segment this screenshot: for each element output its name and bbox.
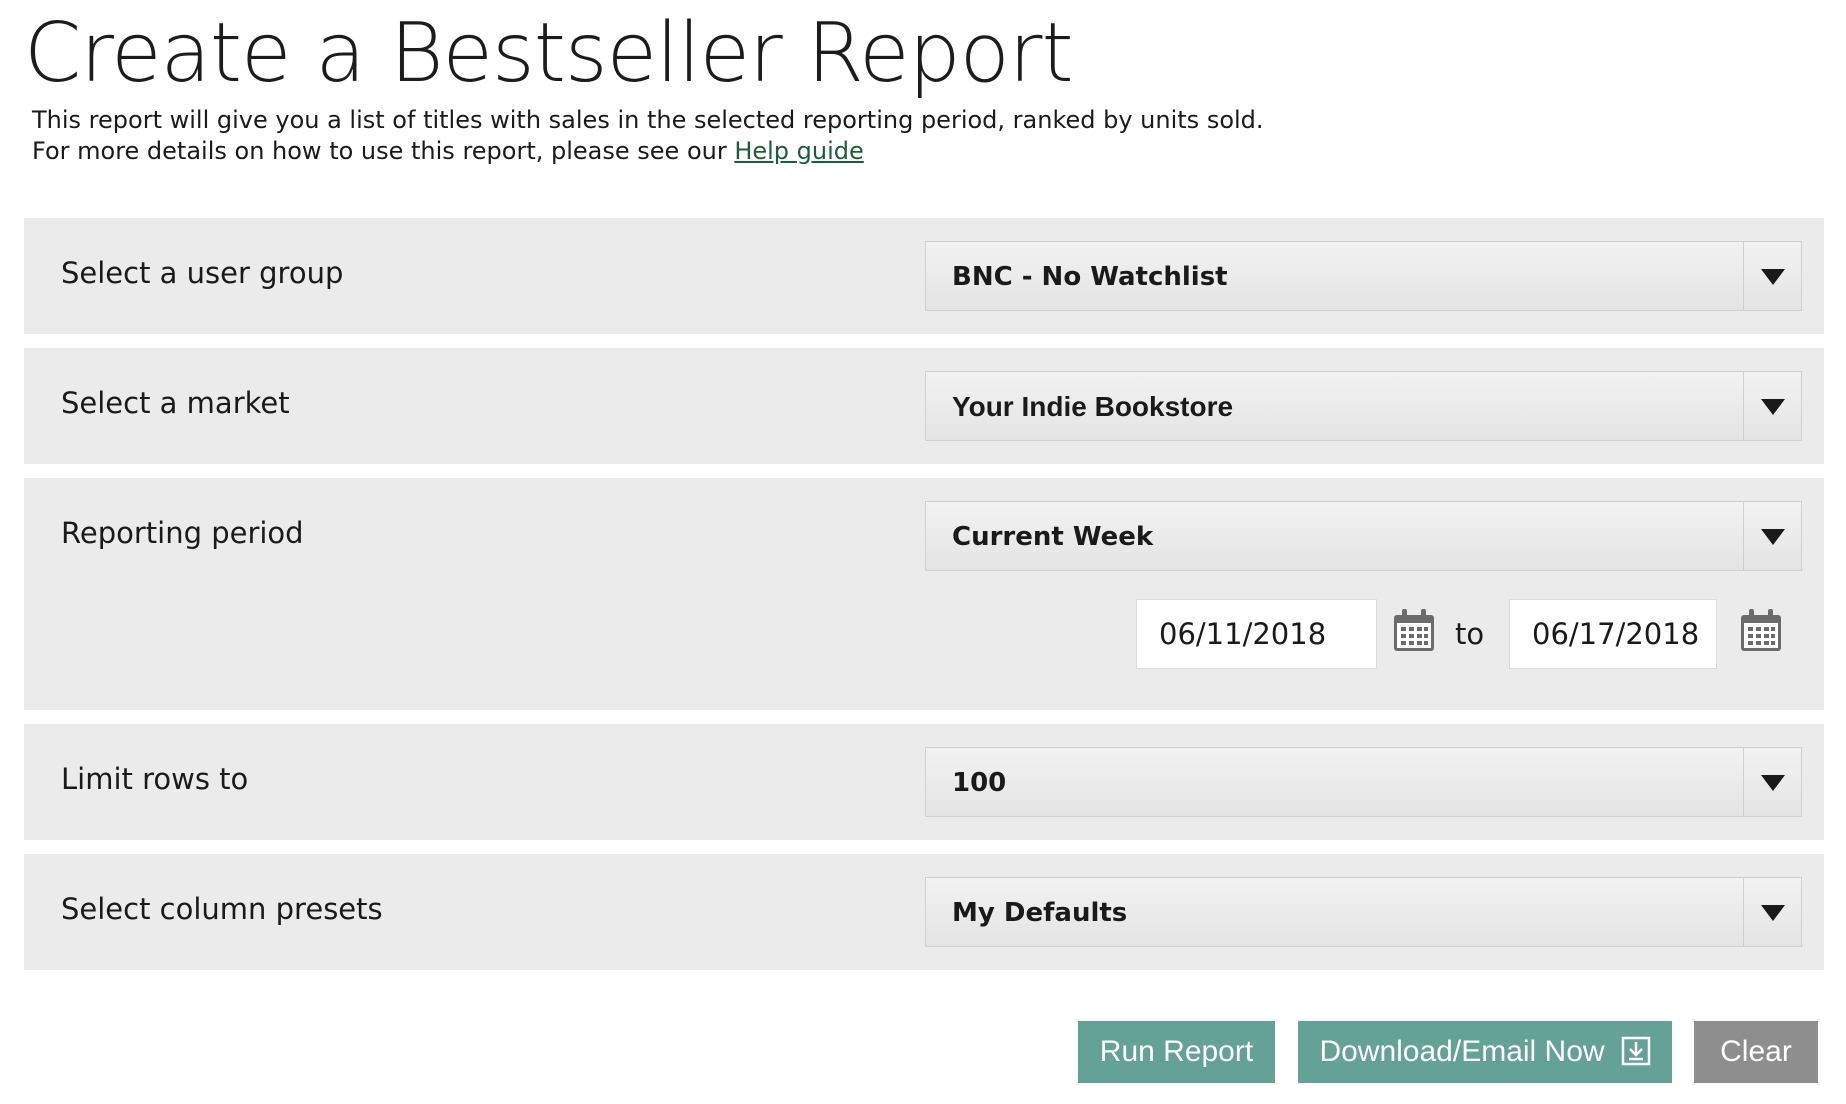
calendar-icon[interactable] (1393, 608, 1435, 652)
market-row: Select a market Your Indie Bookstore (24, 348, 1824, 464)
intro-text: This report will give you a list of titl… (32, 105, 1264, 167)
download-email-button[interactable]: Download/Email Now (1298, 1021, 1672, 1083)
limit-rows-label: Limit rows to (61, 762, 249, 796)
help-guide-link[interactable]: Help guide (734, 137, 863, 165)
run-report-button[interactable]: Run Report (1078, 1021, 1275, 1083)
reporting-period-value: Current Week (952, 522, 1154, 552)
clear-button[interactable]: Clear (1694, 1021, 1818, 1083)
triangle-down-icon[interactable] (1743, 502, 1801, 570)
date-range-to-label: to (1455, 617, 1485, 651)
intro-line-1: This report will give you a list of titl… (32, 106, 1264, 134)
user-group-select[interactable]: BNC - No Watchlist (925, 241, 1802, 311)
column-presets-value: My Defaults (952, 898, 1128, 928)
user-group-value: BNC - No Watchlist (952, 262, 1228, 292)
clear-label: Clear (1720, 1035, 1792, 1068)
limit-rows-select[interactable]: 100 (925, 747, 1802, 817)
reporting-period-row: Reporting period Current Week to (24, 478, 1824, 710)
limit-rows-value: 100 (952, 768, 1007, 798)
column-presets-label: Select column presets (61, 892, 383, 926)
limit-rows-row: Limit rows to 100 (24, 724, 1824, 840)
market-label: Select a market (61, 386, 290, 420)
triangle-down-icon[interactable] (1743, 242, 1801, 310)
calendar-icon[interactable] (1740, 608, 1782, 652)
page-title: Create a Bestseller Report (24, 6, 1074, 101)
intro-line-2: For more details on how to use this repo… (32, 136, 1264, 167)
start-date-input[interactable] (1136, 599, 1377, 669)
end-date-input[interactable] (1509, 599, 1717, 669)
reporting-period-label: Reporting period (61, 516, 304, 550)
user-group-row: Select a user group BNC - No Watchlist (24, 218, 1824, 334)
intro-line-2-text: For more details on how to use this repo… (32, 137, 735, 165)
bestseller-report-page: Create a Bestseller Report This report w… (0, 0, 1846, 1104)
triangle-down-icon[interactable] (1743, 372, 1801, 440)
triangle-down-icon[interactable] (1743, 748, 1801, 816)
download-email-label: Download/Email Now (1319, 1035, 1605, 1068)
run-report-label: Run Report (1099, 1035, 1254, 1068)
market-value: Your Indie Bookstore (952, 391, 1234, 422)
column-presets-select[interactable]: My Defaults (925, 877, 1802, 947)
user-group-label: Select a user group (61, 256, 344, 290)
download-icon (1621, 1036, 1650, 1066)
reporting-period-select[interactable]: Current Week (925, 501, 1802, 571)
column-presets-row: Select column presets My Defaults (24, 854, 1824, 970)
triangle-down-icon[interactable] (1743, 878, 1801, 946)
market-select[interactable]: Your Indie Bookstore (925, 371, 1802, 441)
